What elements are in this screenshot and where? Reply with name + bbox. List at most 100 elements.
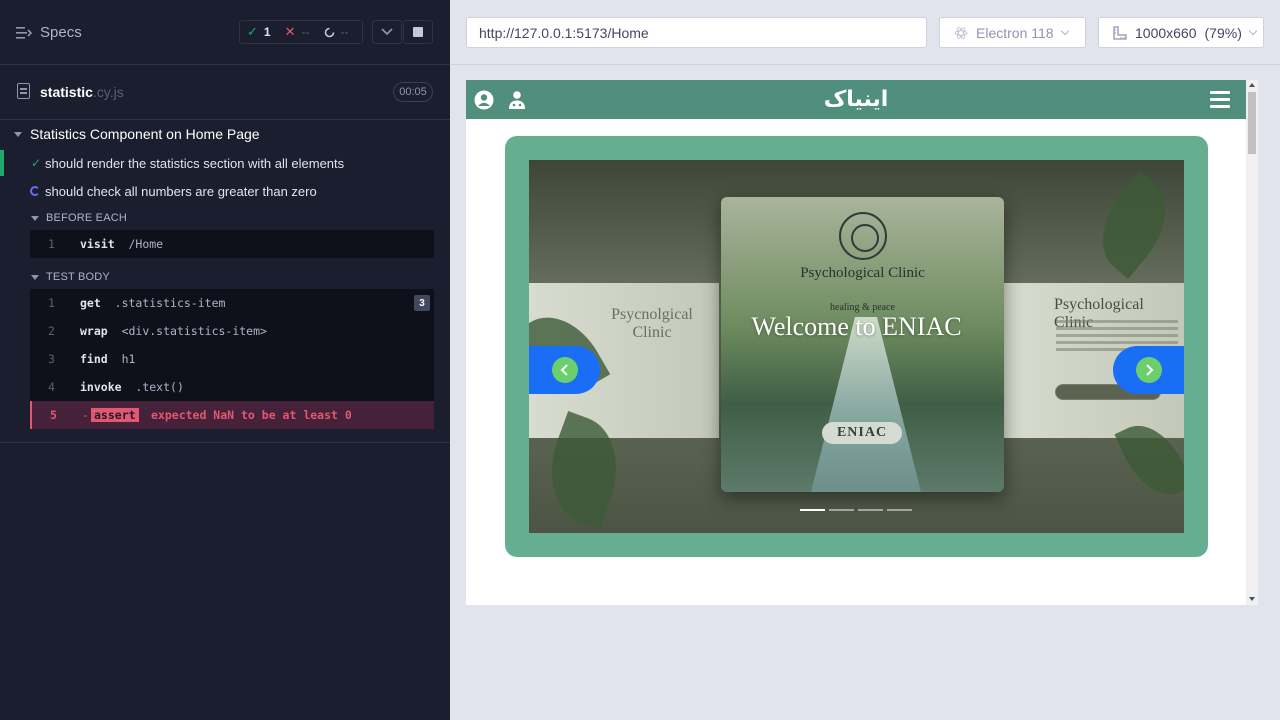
river-graphic — [811, 317, 921, 492]
test-body-hook[interactable]: TEST BODY — [31, 271, 110, 283]
eniac-badge: ENIAC — [822, 422, 902, 444]
before-each-commands: 1 visit /Home — [30, 230, 434, 258]
spec-name: statistic — [40, 84, 93, 100]
browser-selector[interactable]: Electron 118 — [939, 17, 1086, 48]
carousel-next-button[interactable] — [1113, 346, 1184, 394]
scroll-up-arrow-icon[interactable] — [1249, 83, 1255, 87]
chevron-down-icon — [1248, 26, 1258, 35]
command-message: .statistics-item — [114, 296, 226, 310]
slide-title: Welcome to ENIAC — [751, 312, 962, 341]
test-body-label: TEST BODY — [46, 271, 110, 283]
browser-name: Electron 118 — [976, 24, 1054, 41]
carousel-dot[interactable] — [829, 509, 854, 511]
slide-poster: Psychological Clinic healing & peace ENI… — [721, 197, 1004, 492]
check-icon: ✓ — [247, 24, 258, 39]
command-index: 3 — [48, 352, 55, 366]
x-icon: ✕ — [284, 24, 296, 39]
spec-file-row: statistic.cy.js 00:05 — [0, 65, 450, 120]
command-name: wrap <div.statistics-item> — [80, 324, 267, 338]
clinic-name: Psychological Clinic — [800, 265, 925, 281]
command-keyword: get — [80, 296, 101, 310]
command-dash: - — [82, 408, 89, 422]
viewport-size-selector[interactable]: 1000x660 (79%) — [1098, 17, 1264, 48]
pending-circle-icon — [324, 27, 334, 37]
spec-duration: 00:05 — [393, 82, 433, 102]
command-name: invoke .text() — [80, 380, 184, 394]
caret-down-icon — [31, 274, 39, 280]
failed-command-row[interactable]: 5 - assert expected NaN to be at least 0 — [30, 401, 434, 429]
test-stats: ✓ 1 ✕ -- -- — [239, 20, 363, 44]
spec-extension: .cy.js — [92, 84, 124, 100]
pending-stat: -- — [317, 21, 356, 43]
command-index: 1 — [48, 237, 55, 251]
ruler-icon — [1113, 25, 1127, 40]
hamburger-menu-icon[interactable] — [1210, 91, 1230, 108]
assert-tag: assert — [91, 408, 139, 422]
test-row-passed[interactable]: ✓ should render the statistics section w… — [0, 150, 450, 176]
before-each-hook[interactable]: BEFORE EACH — [31, 212, 127, 224]
command-name: visit /Home — [80, 237, 163, 251]
page-scrollbar[interactable] — [1246, 80, 1258, 605]
command-name: find h1 — [80, 352, 135, 366]
chevron-down-icon — [1060, 26, 1069, 35]
viewport-scale: (79%) — [1204, 24, 1242, 41]
site-navbar: اینیاک — [466, 80, 1246, 119]
stop-icon — [413, 27, 423, 37]
scroll-down-arrow-icon[interactable] — [1249, 597, 1255, 601]
clinic-logo-icon — [839, 212, 887, 260]
specs-menu-icon — [16, 26, 32, 39]
element-count-badge: 3 — [414, 295, 430, 311]
specs-link[interactable]: Specs — [16, 24, 82, 41]
check-icon: ✓ — [30, 156, 42, 170]
scroll-thumb[interactable] — [1248, 92, 1256, 154]
command-keyword: invoke — [80, 380, 122, 394]
file-icon — [17, 83, 30, 99]
test-label: should render the statistics section wit… — [45, 155, 345, 171]
url-bar[interactable]: http://127.0.0.1:5173/Home — [466, 17, 927, 48]
command-keyword: find — [80, 352, 108, 366]
test-row-running[interactable]: should check all numbers are greater tha… — [0, 178, 450, 204]
specs-label: Specs — [40, 24, 82, 41]
passed-count: 1 — [263, 25, 271, 39]
suite-title[interactable]: Statistics Component on Home Page — [14, 126, 260, 142]
expand-collapse-button[interactable] — [372, 20, 402, 44]
command-message: <div.statistics-item> — [121, 324, 267, 338]
command-message: /Home — [128, 237, 164, 251]
command-row[interactable]: 2 wrap <div.statistics-item> — [30, 317, 434, 345]
carousel-indicators — [800, 509, 912, 511]
caret-down-icon — [31, 215, 39, 221]
command-index: 5 — [50, 408, 57, 422]
suite-title-text: Statistics Component on Home Page — [30, 126, 260, 142]
site-brand[interactable]: اینیاک — [466, 87, 1246, 112]
command-keyword: visit — [80, 237, 115, 251]
divider — [0, 442, 450, 443]
carousel-dot[interactable] — [858, 509, 883, 511]
carousel-dot[interactable] — [800, 509, 825, 511]
command-index: 2 — [48, 324, 55, 338]
carousel-dot[interactable] — [887, 509, 912, 511]
chevron-down-icon — [381, 28, 393, 36]
image-carousel: Psycnolgical Clinic Psychological Clinic… — [529, 160, 1184, 533]
command-row[interactable]: 1 visit /Home — [30, 230, 434, 258]
command-keyword: wrap — [80, 324, 108, 338]
assertion-error-message: expected NaN to be at least 0 — [151, 408, 352, 422]
cypress-reporter: Specs ✓ 1 ✕ -- -- statistic.cy.js 00:05 … — [0, 0, 450, 720]
leaf-decoration — [1082, 171, 1184, 279]
failed-count: -- — [301, 25, 310, 39]
viewport-size: 1000x660 — [1135, 24, 1197, 41]
command-row[interactable]: 1 get .statistics-item 3 — [30, 289, 434, 317]
divider — [450, 64, 1280, 65]
command-row[interactable]: 3 find h1 — [30, 345, 434, 373]
caret-down-icon — [14, 131, 22, 137]
pending-count: -- — [340, 25, 349, 39]
command-message: .text() — [135, 380, 184, 394]
app-under-test-frame: اینیاک Psycnolgical Clinic Psychological… — [466, 80, 1258, 605]
chevron-left-icon — [551, 357, 578, 383]
test-body-commands: 1 get .statistics-item 3 2 wrap <div.sta… — [30, 289, 434, 429]
before-each-label: BEFORE EACH — [46, 212, 128, 224]
command-message: h1 — [121, 352, 136, 366]
command-row[interactable]: 4 invoke .text() — [30, 373, 434, 401]
stop-button[interactable] — [403, 20, 433, 44]
carousel-prev-button[interactable] — [529, 346, 600, 394]
reporter-header: Specs ✓ 1 ✕ -- -- — [0, 0, 450, 65]
